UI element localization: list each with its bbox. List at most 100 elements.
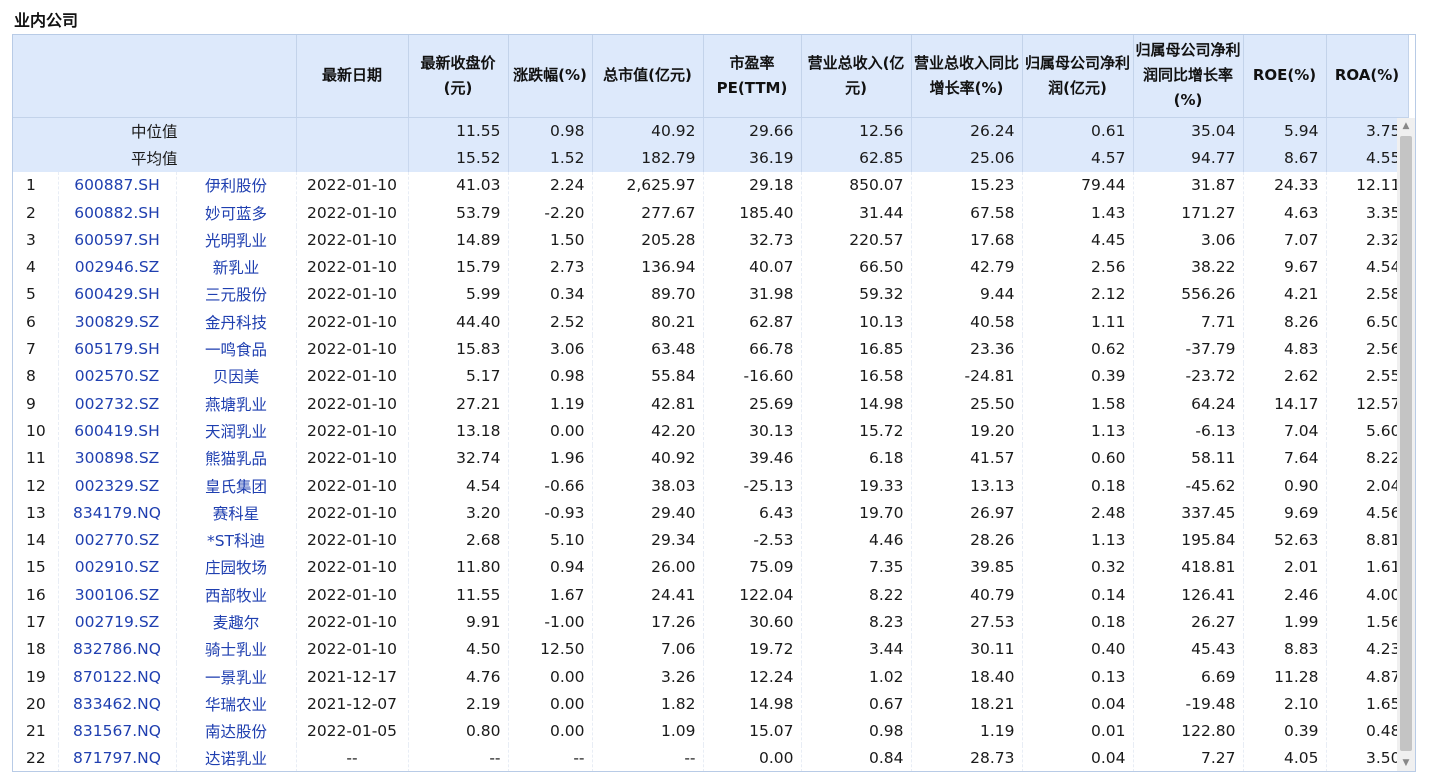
table-row[interactable]: 6 300829.SZ 金丹科技 2022-01-10 44.40 2.52 80.21 62… bbox=[13, 308, 1409, 336]
company-name-link[interactable]: 伊利股份 bbox=[176, 171, 297, 199]
table-row[interactable]: 14 002770.SZ *ST科迪 2022-01-10 2.68 5.10 29.34-… bbox=[13, 526, 1409, 554]
stock-code-link[interactable]: 600882.SH bbox=[58, 198, 177, 227]
table-row[interactable]: 15 002910.SZ 庄园牧场 2022-01-10 11.80 0.94 26.00 7… bbox=[13, 553, 1409, 582]
stat-value: 29.66 bbox=[703, 117, 802, 145]
table-row[interactable]: 22 871797.NQ 达诺乳业 -- -- -- -- 0.00 0.84 28.73 0.04… bbox=[13, 744, 1409, 771]
header-pe-ttm[interactable]: 市盈率PE(TTM) bbox=[703, 35, 802, 118]
company-name-link[interactable]: 贝因美 bbox=[176, 362, 297, 390]
stock-code-link[interactable]: 600419.SH bbox=[58, 417, 177, 445]
company-name-link[interactable]: 庄园牧场 bbox=[176, 553, 297, 582]
company-name-link[interactable]: 妙可蓝多 bbox=[176, 198, 297, 227]
value-cell: -- bbox=[408, 744, 509, 771]
stock-code-link[interactable]: 002719.SZ bbox=[58, 608, 177, 636]
company-name-link[interactable]: 光明乳业 bbox=[176, 226, 297, 254]
table-row[interactable]: 11 300898.SZ 熊猫乳品 2022-01-10 32.74 1.96 40.92 3… bbox=[13, 444, 1409, 472]
row-index: 8 bbox=[13, 362, 59, 390]
stock-code-link[interactable]: 002732.SZ bbox=[58, 389, 177, 418]
company-name-link[interactable]: 骑士乳业 bbox=[176, 635, 297, 663]
table-row[interactable]: 21 831567.NQ 南达股份 2022-01-05 0.80 0.00 1.09 15.… bbox=[13, 717, 1409, 745]
header-net-profit-growth[interactable]: 归属母公司净利润同比增长率(%) bbox=[1133, 35, 1244, 118]
company-name-link[interactable]: 达诺乳业 bbox=[176, 744, 297, 771]
value-cell: 16.85 bbox=[801, 335, 912, 363]
company-name-link[interactable]: 燕塘乳业 bbox=[176, 389, 297, 418]
value-cell: 24.41 bbox=[592, 581, 704, 609]
stock-code-link[interactable]: 300829.SZ bbox=[58, 308, 177, 336]
stock-code-link[interactable]: 870122.NQ bbox=[58, 662, 177, 691]
value-cell: 0.84 bbox=[801, 744, 912, 771]
value-cell: 9.69 bbox=[1243, 499, 1327, 527]
table-row[interactable]: 19 870122.NQ 一景乳业 2021-12-17 4.76 0.00 3.26 12.… bbox=[13, 662, 1409, 691]
value-cell: 195.84 bbox=[1133, 526, 1244, 554]
stock-code-link[interactable]: 600429.SH bbox=[58, 280, 177, 309]
row-index: 12 bbox=[13, 471, 59, 500]
company-name-link[interactable]: 麦趣尔 bbox=[176, 608, 297, 636]
stat-value: 3.75 bbox=[1326, 117, 1409, 145]
stock-code-link[interactable]: 834179.NQ bbox=[58, 499, 177, 527]
header-close-price[interactable]: 最新收盘价(元) bbox=[408, 35, 509, 118]
company-name-link[interactable]: *ST科迪 bbox=[176, 526, 297, 554]
stock-code-link[interactable]: 871797.NQ bbox=[58, 744, 177, 771]
value-cell: 32.73 bbox=[703, 226, 802, 254]
table-row[interactable]: 10 600419.SH 天润乳业 2022-01-10 13.18 0.00 42.20 3… bbox=[13, 417, 1409, 445]
stock-code-link[interactable]: 600597.SH bbox=[58, 226, 177, 254]
header-net-profit[interactable]: 归属母公司净利润(亿元) bbox=[1022, 35, 1134, 118]
stock-code-link[interactable]: 300106.SZ bbox=[58, 581, 177, 609]
vertical-scrollbar[interactable]: ▲ ▼ bbox=[1397, 118, 1415, 771]
company-name-link[interactable]: 新乳业 bbox=[176, 253, 297, 281]
row-index: 10 bbox=[13, 417, 59, 445]
value-cell: 15.07 bbox=[703, 717, 802, 745]
company-name-link[interactable]: 南达股份 bbox=[176, 717, 297, 745]
table-row[interactable]: 3 600597.SH 光明乳业 2022-01-10 14.89 1.50 205.28 3… bbox=[13, 226, 1409, 254]
table-row[interactable]: 9 002732.SZ 燕塘乳业 2022-01-10 27.21 1.19 42.81 25… bbox=[13, 389, 1409, 418]
value-cell: 0.98 bbox=[508, 362, 593, 390]
header-roa[interactable]: ROA(%) bbox=[1326, 35, 1409, 118]
company-name-link[interactable]: 三元股份 bbox=[176, 280, 297, 309]
triangle-down-icon[interactable]: ▼ bbox=[1397, 755, 1415, 771]
header-latest-date[interactable]: 最新日期 bbox=[296, 35, 409, 118]
value-cell: 8.22 bbox=[801, 581, 912, 609]
stock-code-link[interactable]: 002570.SZ bbox=[58, 362, 177, 390]
company-name-link[interactable]: 天润乳业 bbox=[176, 417, 297, 445]
header-market-cap[interactable]: 总市值(亿元) bbox=[592, 35, 704, 118]
stock-code-link[interactable]: 002770.SZ bbox=[58, 526, 177, 554]
table-row[interactable]: 2 600882.SH 妙可蓝多 2022-01-10 53.79 -2.20 277.67… bbox=[13, 198, 1409, 227]
company-name-link[interactable]: 西部牧业 bbox=[176, 581, 297, 609]
value-cell: 6.69 bbox=[1133, 662, 1244, 691]
table-row[interactable]: 5 600429.SH 三元股份 2022-01-10 5.99 0.34 89.70 31.… bbox=[13, 280, 1409, 309]
value-cell: 79.44 bbox=[1022, 171, 1134, 199]
table-row[interactable]: 1 600887.SH 伊利股份 2022-01-10 41.03 2.24 2,625.9… bbox=[13, 171, 1409, 199]
company-name-link[interactable]: 熊猫乳品 bbox=[176, 444, 297, 472]
table-row[interactable]: 7 605179.SH 一鸣食品 2022-01-10 15.83 3.06 63.48 66… bbox=[13, 335, 1409, 363]
stock-code-link[interactable]: 002910.SZ bbox=[58, 553, 177, 582]
table-row[interactable]: 13 834179.NQ 赛科星 2022-01-10 3.20 -0.93 29.40 6.… bbox=[13, 499, 1409, 527]
company-name-link[interactable]: 赛科星 bbox=[176, 499, 297, 527]
company-name-link[interactable]: 金丹科技 bbox=[176, 308, 297, 336]
stock-code-link[interactable]: 600887.SH bbox=[58, 171, 177, 199]
header-revenue-growth[interactable]: 营业总收入同比增长率(%) bbox=[911, 35, 1023, 118]
stock-code-link[interactable]: 605179.SH bbox=[58, 335, 177, 363]
header-roe[interactable]: ROE(%) bbox=[1243, 35, 1327, 118]
stock-code-link[interactable]: 002329.SZ bbox=[58, 471, 177, 500]
stock-code-link[interactable]: 831567.NQ bbox=[58, 717, 177, 745]
company-name-link[interactable]: 华瑞农业 bbox=[176, 690, 297, 718]
table-row[interactable]: 12 002329.SZ 皇氏集团 2022-01-10 4.54 -0.66 38.03-… bbox=[13, 471, 1409, 500]
stock-code-link[interactable]: 833462.NQ bbox=[58, 690, 177, 718]
company-name-link[interactable]: 一鸣食品 bbox=[176, 335, 297, 363]
table-row[interactable]: 17 002719.SZ 麦趣尔 2022-01-10 9.91 -1.00 17.26 30… bbox=[13, 608, 1409, 636]
company-name-link[interactable]: 皇氏集团 bbox=[176, 471, 297, 500]
company-name-link[interactable]: 一景乳业 bbox=[176, 662, 297, 691]
table-row[interactable]: 18 832786.NQ 骑士乳业 2022-01-10 4.50 12.50 7.06 19… bbox=[13, 635, 1409, 663]
stock-code-link[interactable]: 300898.SZ bbox=[58, 444, 177, 472]
triangle-up-icon[interactable]: ▲ bbox=[1397, 118, 1415, 134]
table-row[interactable]: 20 833462.NQ 华瑞农业 2021-12-07 2.19 0.00 1.82 14.… bbox=[13, 690, 1409, 718]
table-row[interactable]: 16 300106.SZ 西部牧业 2022-01-10 11.55 1.67 24.41 1… bbox=[13, 581, 1409, 609]
header-revenue[interactable]: 营业总收入(亿元) bbox=[801, 35, 912, 118]
value-cell: 23.36 bbox=[911, 335, 1023, 363]
stock-code-link[interactable]: 002946.SZ bbox=[58, 253, 177, 281]
value-cell: 2.01 bbox=[1243, 553, 1327, 582]
scrollbar-thumb[interactable] bbox=[1400, 136, 1412, 751]
stock-code-link[interactable]: 832786.NQ bbox=[58, 635, 177, 663]
table-row[interactable]: 4 002946.SZ 新乳业 2022-01-10 15.79 2.73 136.94 40… bbox=[13, 253, 1409, 281]
table-row[interactable]: 8 002570.SZ 贝因美 2022-01-10 5.17 0.98 55.84 -16.… bbox=[13, 362, 1409, 390]
header-change-pct[interactable]: 涨跌幅(%) bbox=[508, 35, 593, 118]
